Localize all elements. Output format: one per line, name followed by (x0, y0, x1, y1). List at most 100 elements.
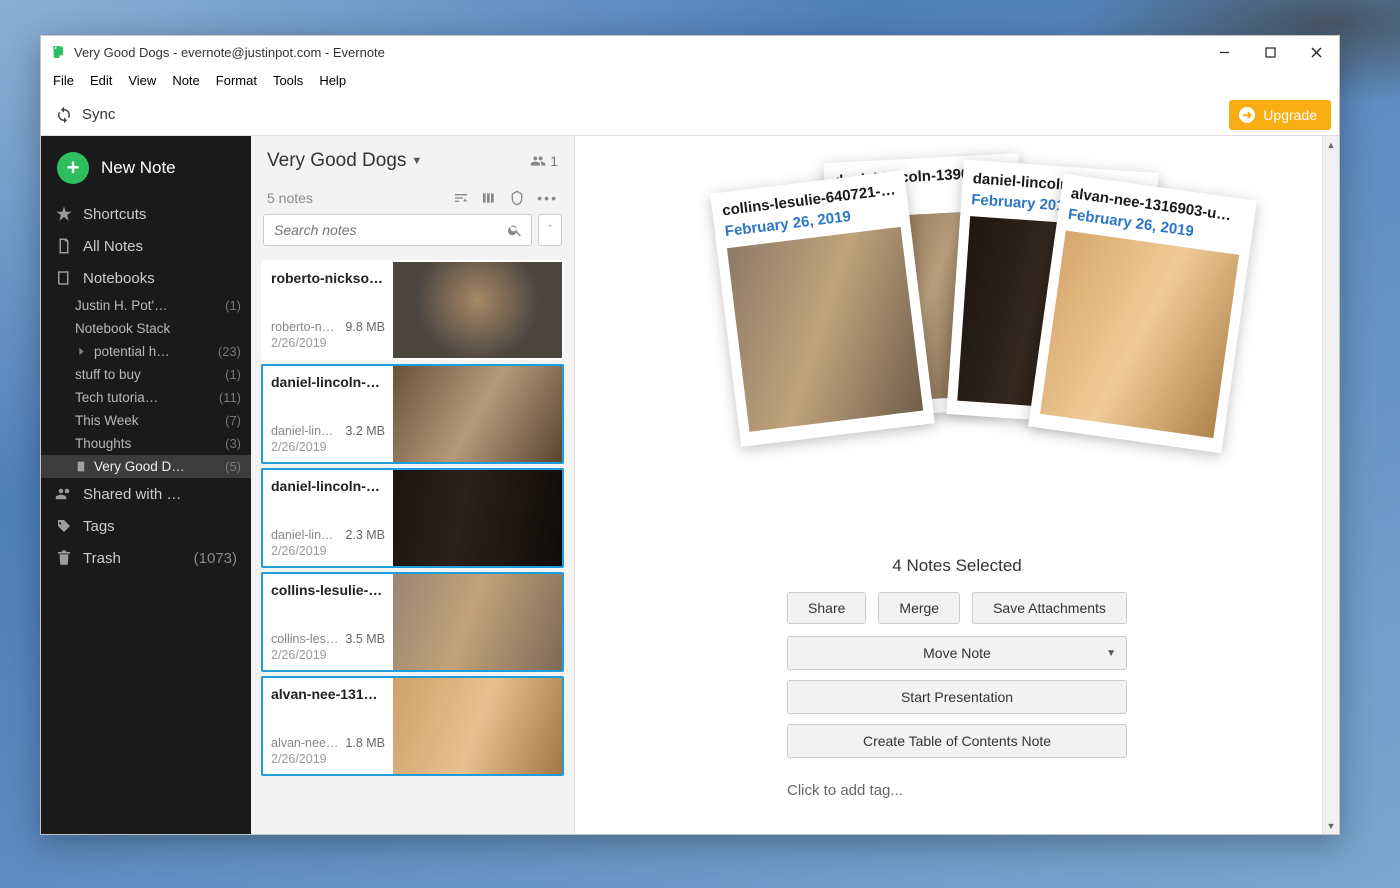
sync-button[interactable]: Sync (55, 106, 115, 124)
note-card[interactable]: daniel-lincoln-…daniel-lin…3.2 MB2/26/20… (261, 364, 564, 464)
note-thumbnail (393, 574, 562, 670)
sidebar-item-all-notes[interactable]: All Notes (41, 230, 251, 262)
upgrade-button[interactable]: ➜ Upgrade (1229, 100, 1331, 130)
chevron-right-icon (75, 345, 88, 358)
app-window: Very Good Dogs - evernote@justinpot.com … (40, 35, 1340, 835)
note-card[interactable]: daniel-lincoln-…daniel-lin…2.3 MB2/26/20… (261, 468, 564, 568)
move-note-dropdown[interactable]: Move Note ▼ (787, 636, 1127, 670)
sidebar-notebook[interactable]: stuff to buy(1) (41, 363, 251, 386)
note-title: daniel-lincoln-… (271, 478, 385, 494)
menu-file[interactable]: File (47, 71, 80, 90)
sort-icon[interactable] (453, 190, 469, 206)
note-title: alvan-nee-131… (271, 686, 385, 702)
note-size: 3.5 MB (345, 632, 385, 646)
notebook-title-label: Very Good Dogs (267, 150, 406, 172)
titlebar: Very Good Dogs - evernote@justinpot.com … (41, 36, 1339, 68)
trash-icon (55, 549, 73, 567)
move-note-label: Move Note (923, 645, 991, 661)
note-card[interactable]: alvan-nee-131… alvan-nee… 1.8 MB 2/26/2019 (261, 676, 564, 776)
sync-icon (55, 106, 73, 124)
start-presentation-button[interactable]: Start Presentation (787, 680, 1127, 714)
collapse-list-button[interactable]: ˆ (538, 214, 562, 246)
menu-view[interactable]: View (122, 71, 162, 90)
window-title: Very Good Dogs - evernote@justinpot.com … (74, 45, 385, 60)
plus-icon: + (57, 152, 89, 184)
menu-format[interactable]: Format (210, 71, 263, 90)
share-button[interactable]: Share (787, 592, 866, 624)
toolbar: Sync ➜ Upgrade (41, 94, 1339, 136)
sidebar-notebook[interactable]: Very Good D…(5) (41, 455, 251, 478)
note-date: 2/26/2019 (271, 440, 385, 454)
people-icon (55, 485, 73, 503)
sidebar-item-notebooks[interactable]: Notebooks (41, 262, 251, 294)
note-card[interactable]: roberto-nickso…roberto-n…9.8 MB2/26/2019 (261, 260, 564, 360)
people-icon (530, 153, 546, 169)
search-icon[interactable] (507, 222, 523, 238)
preview-card-image (727, 227, 923, 432)
note-thumbnail (393, 678, 562, 774)
upgrade-arrow-icon: ➜ (1239, 107, 1255, 123)
note-card[interactable]: collins-lesulie-…collins-les…3.5 MB2/26/… (261, 572, 564, 672)
menubar: FileEditViewNote FormatToolsHelp (41, 68, 1339, 94)
sidebar-item-shared-with-[interactable]: Shared with … (41, 478, 251, 510)
maximize-button[interactable] (1247, 36, 1293, 68)
note-preview-stage: collins-lesulie-640721-…February 26, 201… (575, 146, 1339, 526)
note-count-label: 5 notes (267, 190, 313, 206)
note-size: 3.2 MB (345, 424, 385, 438)
new-note-label: New Note (101, 158, 176, 178)
note-thumbnail (393, 366, 562, 462)
note-filename: roberto-n… (271, 320, 334, 334)
sidebar-notebook[interactable]: Tech tutoria…(11) (41, 386, 251, 409)
share-notebook-button[interactable]: 1 (530, 153, 558, 169)
tag-filter-icon[interactable] (509, 190, 525, 206)
main-pane: ▲ ▼ collins-lesulie-640721-…February 26,… (575, 136, 1339, 834)
menu-note[interactable]: Note (166, 71, 205, 90)
preview-card-image (1040, 231, 1239, 439)
minimize-button[interactable] (1201, 36, 1247, 68)
sidebar-notebook[interactable]: Thoughts(3) (41, 432, 251, 455)
new-note-button[interactable]: + New Note (41, 146, 251, 198)
note-title: daniel-lincoln-… (271, 374, 385, 390)
add-tag-hint[interactable]: Click to add tag... (787, 782, 1127, 799)
merge-button[interactable]: Merge (878, 592, 960, 624)
menu-tools[interactable]: Tools (267, 71, 309, 90)
note-size: 1.8 MB (345, 736, 385, 750)
evernote-logo-icon (51, 44, 67, 60)
create-toc-button[interactable]: Create Table of Contents Note (787, 724, 1127, 758)
close-button[interactable] (1293, 36, 1339, 68)
view-mode-icon[interactable] (481, 190, 497, 206)
note-list-panel: Very Good Dogs ▼ 1 5 notes ••• (251, 136, 575, 834)
menu-help[interactable]: Help (313, 71, 352, 90)
search-input[interactable] (272, 221, 507, 239)
menu-edit[interactable]: Edit (84, 71, 118, 90)
upgrade-label: Upgrade (1263, 107, 1317, 123)
selection-count-label: 4 Notes Selected (575, 556, 1339, 576)
save-attachments-button[interactable]: Save Attachments (972, 592, 1127, 624)
sidebar-notebook[interactable]: Justin H. Pot'…(1) (41, 294, 251, 317)
sidebar-notebook[interactable]: This Week(7) (41, 409, 251, 432)
note-filename: collins-les… (271, 632, 338, 646)
share-count: 1 (550, 153, 558, 169)
note-size: 9.8 MB (345, 320, 385, 334)
preview-card[interactable]: collins-lesulie-640721-…February 26, 201… (710, 170, 935, 447)
note-date: 2/26/2019 (271, 752, 385, 766)
note-title: roberto-nickso… (271, 270, 385, 286)
preview-card[interactable]: alvan-nee-1316903-u…February 26, 2019 (1028, 174, 1257, 454)
chevron-down-icon: ▼ (411, 155, 422, 167)
note-thumbnail (393, 470, 562, 566)
sidebar-notebook[interactable]: Notebook Stack (41, 317, 251, 340)
more-icon[interactable]: ••• (537, 190, 558, 206)
star-icon (55, 205, 73, 223)
search-input-container (263, 214, 532, 246)
sync-label: Sync (82, 106, 115, 123)
chevron-down-icon: ▼ (1106, 648, 1116, 659)
note-list: roberto-nickso… roberto-n… 9.8 MB 2/26/2019… (251, 256, 574, 834)
sidebar-item-trash[interactable]: Trash(1073) (41, 542, 251, 574)
scroll-down-icon[interactable]: ▼ (1323, 817, 1339, 834)
sidebar: + New Note ShortcutsAll NotesNotebooks J… (41, 136, 251, 834)
notebook-title-dropdown[interactable]: Very Good Dogs ▼ (267, 150, 422, 172)
note-filename: alvan-nee… (271, 736, 338, 750)
sidebar-item-tags[interactable]: Tags (41, 510, 251, 542)
sidebar-notebook[interactable]: potential h…(23) (41, 340, 251, 363)
sidebar-item-shortcuts[interactable]: Shortcuts (41, 198, 251, 230)
